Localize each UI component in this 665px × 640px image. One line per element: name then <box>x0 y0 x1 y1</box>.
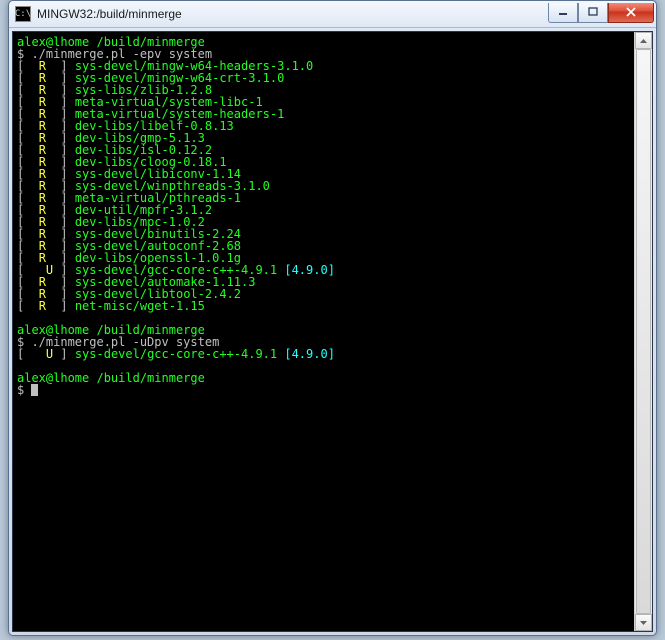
package-line: [ U ] sys-devel/gcc-core-c++-4.9.1 [4.9.… <box>17 348 631 360</box>
cursor <box>31 384 38 396</box>
window-buttons <box>548 3 654 23</box>
cursor-line[interactable]: $ <box>17 384 631 396</box>
window: C:\ MINGW32:/build/minmerge alex@lhome /… <box>8 0 657 636</box>
maximize-button[interactable] <box>578 3 608 23</box>
terminal-client: alex@lhome /build/minmerge$ ./minmerge.p… <box>12 31 653 632</box>
scroll-thumb[interactable] <box>636 49 651 614</box>
terminal-output[interactable]: alex@lhome /build/minmerge$ ./minmerge.p… <box>13 32 635 631</box>
scroll-track[interactable] <box>635 49 652 614</box>
prompt-line: alex@lhome /build/minmerge <box>17 372 631 384</box>
scroll-down-button[interactable] <box>635 614 652 631</box>
app-icon: C:\ <box>15 6 31 22</box>
scrollbar[interactable] <box>634 32 652 631</box>
close-button[interactable] <box>608 3 654 23</box>
window-title: MINGW32:/build/minmerge <box>37 7 548 21</box>
minimize-button[interactable] <box>548 3 578 23</box>
titlebar[interactable]: C:\ MINGW32:/build/minmerge <box>9 1 656 28</box>
scroll-up-button[interactable] <box>635 32 652 49</box>
package-line: [ R ] net-misc/wget-1.15 <box>17 300 631 312</box>
